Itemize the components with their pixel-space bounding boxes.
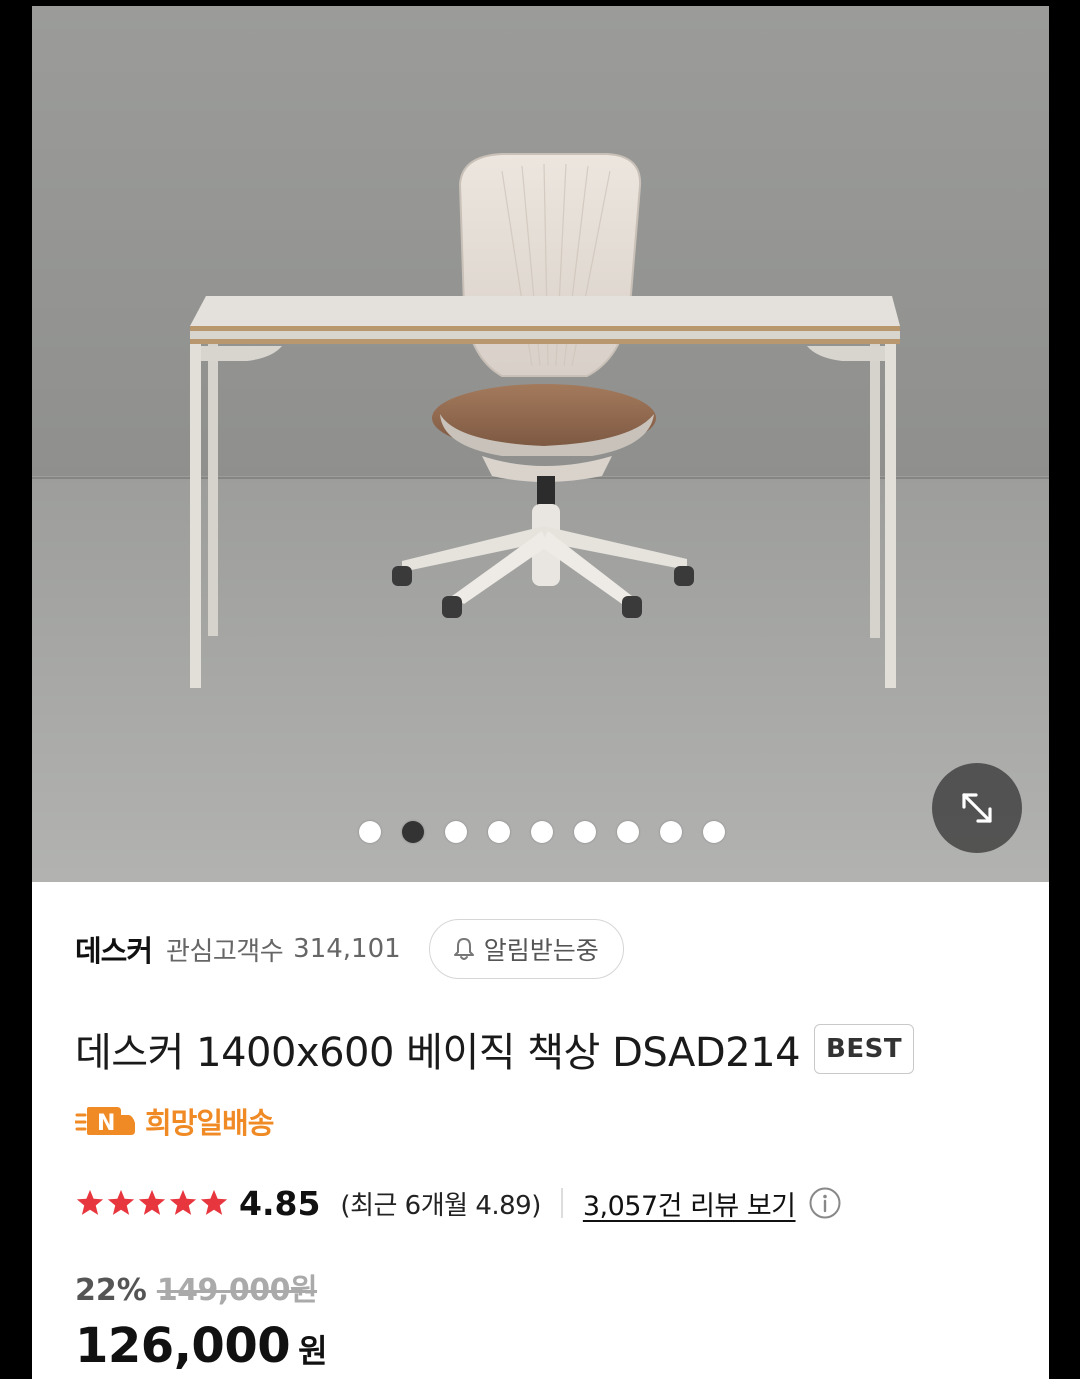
divider <box>560 1188 563 1218</box>
title-row: 데스커 1400x600 베이직 책상 DSAD214 BEST <box>75 1020 915 1078</box>
star-rating <box>75 1188 229 1218</box>
star-icon <box>169 1189 197 1215</box>
gallery-dot[interactable] <box>445 821 467 843</box>
gallery-dot[interactable] <box>488 821 510 843</box>
svg-text:N: N <box>97 1111 115 1136</box>
gallery-dot[interactable] <box>359 821 381 843</box>
rating-recent: (최근 6개월 4.89) <box>340 1190 541 1221</box>
store-row: 데스커 관심고객수 314,101 알림받는중 <box>75 918 624 980</box>
price-row: 126,000 원 <box>75 1318 328 1374</box>
follower-label: 관심고객수 <box>166 936 284 967</box>
expand-image-button[interactable] <box>932 763 1022 853</box>
alarm-subscribe-button[interactable]: 알림받는중 <box>428 919 624 979</box>
gallery-dot[interactable] <box>703 821 725 843</box>
product-title: 데스커 1400x600 베이직 책상 DSAD214 <box>75 1030 801 1076</box>
best-badge: BEST <box>814 1024 915 1074</box>
current-price: 126,000 <box>75 1318 291 1374</box>
product-page: 데스커 관심고객수 314,101 알림받는중 데스커 1400x600 베이직… <box>32 6 1049 1379</box>
gallery-dot[interactable] <box>660 821 682 843</box>
product-info: 데스커 관심고객수 314,101 알림받는중 데스커 1400x600 베이직… <box>32 882 1049 1379</box>
discount-row: 22% 149,000원 <box>75 1265 318 1309</box>
rating-score: 4.85 <box>239 1183 321 1223</box>
gallery-pagination <box>359 820 725 844</box>
review-link[interactable]: 3,057건 리뷰 보기 <box>583 1184 796 1223</box>
follower-count: 314,101 <box>293 934 401 964</box>
currency-unit: 원 <box>298 1332 328 1370</box>
alarm-label: 알림받는중 <box>483 936 599 965</box>
star-icon <box>76 1189 104 1215</box>
delivery-row[interactable]: N 희망일배송 <box>75 1100 274 1142</box>
n-delivery-truck-icon: N <box>75 1107 135 1136</box>
product-photo <box>32 6 1049 882</box>
store-name-link[interactable]: 데스커 <box>75 928 153 970</box>
bell-icon <box>453 938 474 960</box>
delivery-label: 희망일배송 <box>145 1106 274 1140</box>
product-image-gallery[interactable] <box>32 6 1049 882</box>
gallery-dot[interactable] <box>617 821 639 843</box>
gallery-dot[interactable] <box>402 821 424 843</box>
star-icon <box>138 1189 166 1215</box>
star-icon <box>107 1189 135 1215</box>
rating-row: 4.85 (최근 6개월 4.89) 3,057건 리뷰 보기 <box>75 1180 842 1226</box>
discount-rate: 22% <box>75 1273 147 1308</box>
expand-diagonal-icon <box>962 793 992 823</box>
star-icon <box>200 1189 228 1215</box>
original-price: 149,000원 <box>156 1273 318 1308</box>
gallery-dot[interactable] <box>531 821 553 843</box>
gallery-dot[interactable] <box>574 821 596 843</box>
info-icon[interactable] <box>808 1186 842 1220</box>
